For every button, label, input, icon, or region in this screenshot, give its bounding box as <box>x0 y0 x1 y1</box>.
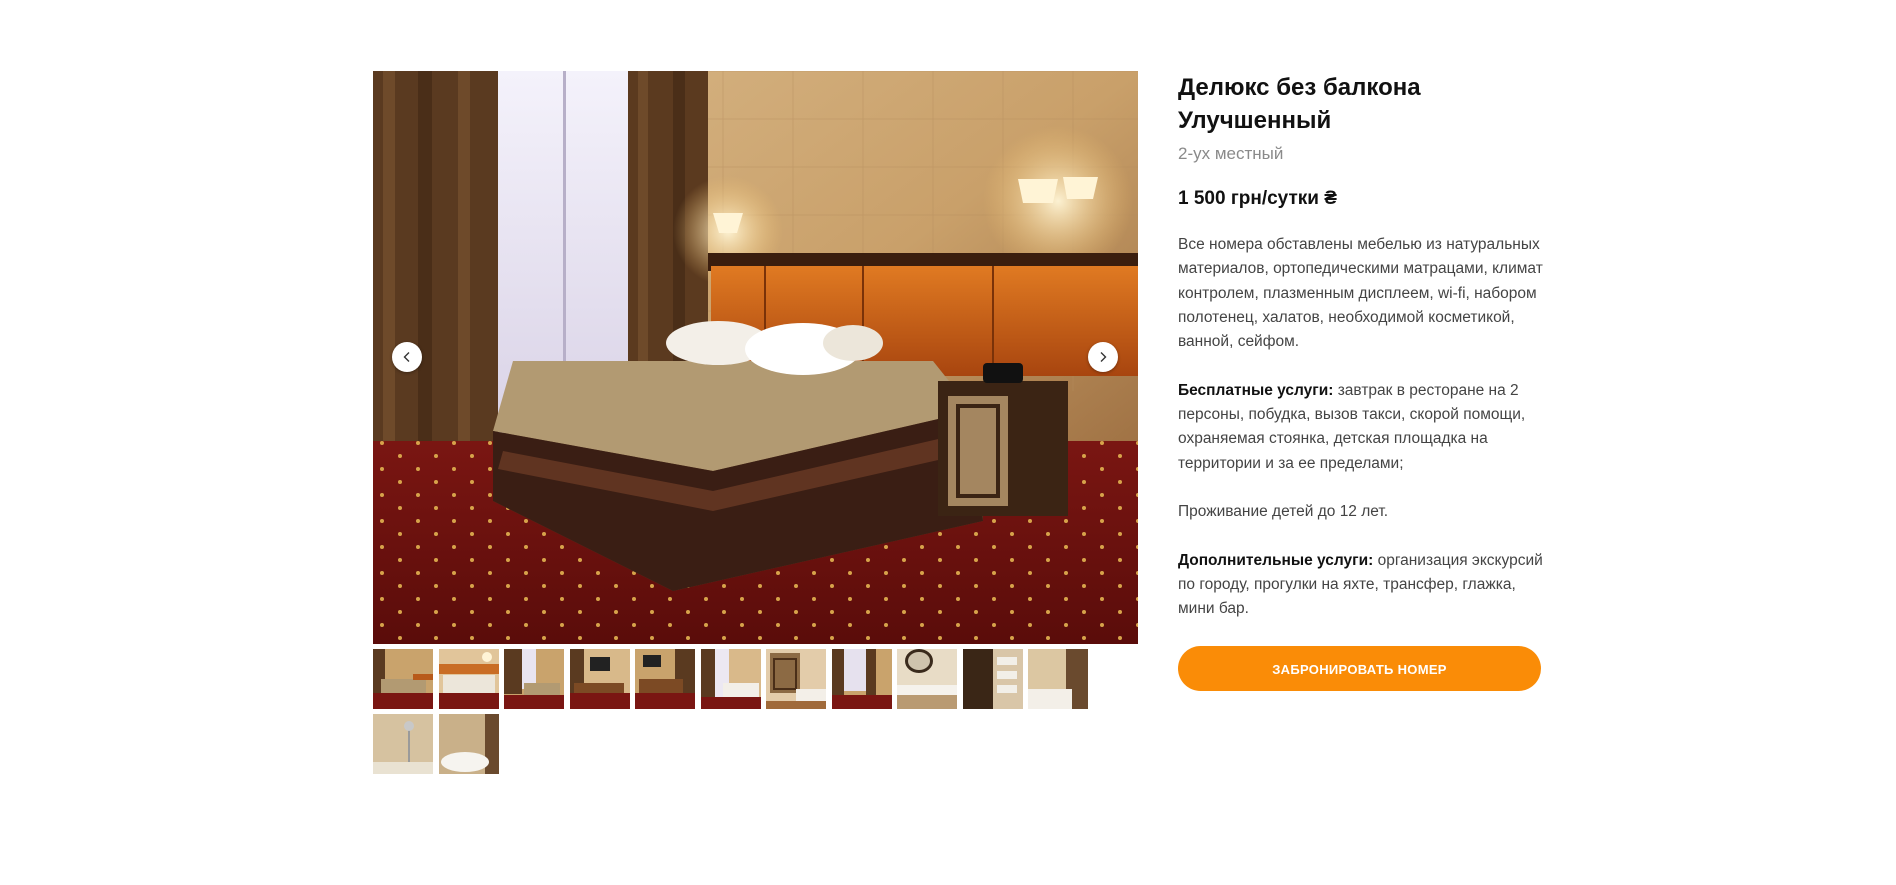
chevron-right-icon <box>1100 352 1107 362</box>
chevron-left-icon <box>403 352 410 362</box>
room-price: 1 500 грн/сутки ₴ <box>1178 188 1337 209</box>
free-services-label: Бесплатные услуги: <box>1178 381 1334 399</box>
thumbnail-3[interactable] <box>504 649 564 709</box>
thumbnail-5[interactable] <box>635 649 695 709</box>
thumbnail-1[interactable] <box>373 649 433 709</box>
children-policy: Проживание детей до 12 лет. <box>1178 503 1389 521</box>
hotel-room-image <box>373 71 1138 644</box>
room-capacity: 2-ух местный <box>1178 144 1284 163</box>
thumbnail-11[interactable] <box>1028 649 1088 709</box>
extra-services-label: Дополнительные услуги: <box>1178 551 1374 569</box>
thumbnail-8[interactable] <box>831 649 892 709</box>
room-title-line1: Делюкс без балкона <box>1178 74 1421 101</box>
gallery-prev-button[interactable] <box>392 342 422 372</box>
room-gallery <box>373 71 1138 779</box>
free-services: Бесплатные услуги: завтрак в ресторане н… <box>1178 379 1543 476</box>
thumbnail-9[interactable] <box>897 649 957 709</box>
amenities-text: Все номера обставлены мебелью из натурал… <box>1178 236 1543 351</box>
room-description: Все номера обставлены мебелью из натурал… <box>1178 233 1543 622</box>
thumbnail-2[interactable] <box>438 649 499 709</box>
main-room-photo <box>373 71 1138 644</box>
thumbnail-7[interactable] <box>766 649 826 709</box>
room-info: Делюкс без балкона Улучшенный 2-ух местн… <box>1178 71 1543 692</box>
book-room-button[interactable]: ЗАБРОНИРОВАТЬ НОМЕР <box>1178 646 1541 692</box>
thumbnail-6[interactable] <box>700 649 761 709</box>
room-title-line2: Улучшенный <box>1178 107 1332 134</box>
room-title: Делюкс без балкона Улучшенный <box>1178 71 1543 137</box>
thumbnail-13[interactable] <box>438 714 499 774</box>
thumbnail-12[interactable] <box>373 714 433 774</box>
thumbnail-strip <box>373 649 1138 779</box>
thumbnail-10[interactable] <box>962 649 1023 709</box>
thumbnail-4[interactable] <box>569 649 630 709</box>
gallery-next-button[interactable] <box>1088 342 1118 372</box>
extra-services: Дополнительные услуги: организация экску… <box>1178 549 1543 622</box>
